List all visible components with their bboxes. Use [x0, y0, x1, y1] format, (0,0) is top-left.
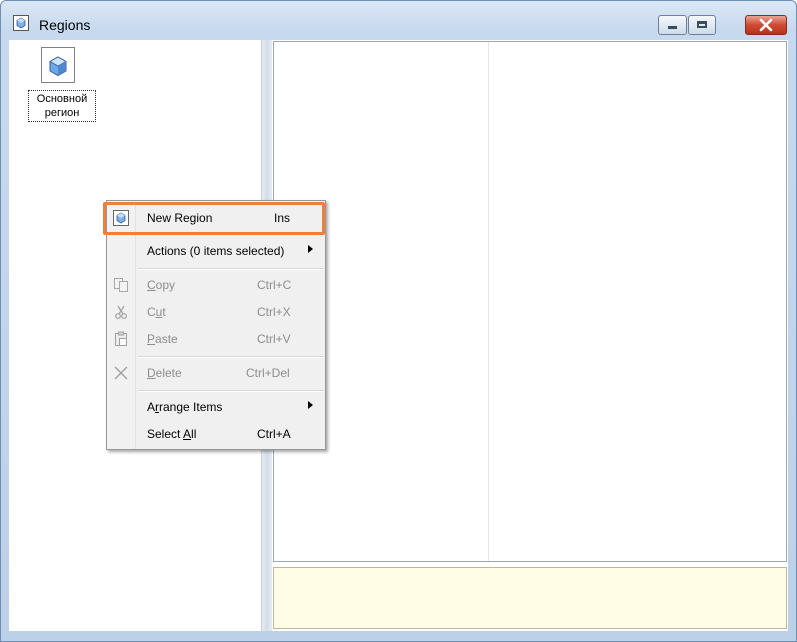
- region-item-label: Основной регион: [28, 90, 96, 122]
- context-menu: New Region Ins Actions (0 items selected…: [106, 200, 326, 450]
- maximize-button[interactable]: [688, 15, 716, 35]
- menu-item-label: Delete: [147, 366, 182, 380]
- region-cube-icon: [13, 15, 29, 31]
- delete-x-icon: [114, 366, 128, 380]
- menu-item-label: Copy: [147, 278, 176, 292]
- region-item[interactable]: Основной регион: [27, 45, 97, 127]
- menu-item-label: Select All: [147, 427, 197, 441]
- info-panel: [273, 567, 787, 629]
- menu-separator: [138, 356, 324, 358]
- menu-item-cut[interactable]: Cut Ctrl+X: [107, 299, 325, 325]
- maximize-icon: [697, 21, 707, 28]
- region-cube-icon: [49, 56, 67, 77]
- menu-separator: [138, 390, 324, 392]
- menu-item-label: Cut: [147, 305, 166, 319]
- menu-item-label: Arrange Items: [147, 400, 223, 414]
- menu-item-shortcut: Ctrl+X: [257, 305, 291, 319]
- menu-item-shortcut: Ctrl+A: [257, 427, 291, 441]
- menu-item-actions[interactable]: Actions (0 items selected): [107, 238, 325, 264]
- menu-separator: [138, 268, 324, 270]
- menu-item-shortcut: Ctrl+Del: [246, 366, 290, 380]
- column-divider: [488, 42, 489, 561]
- region-item-icon-frame: [41, 47, 75, 83]
- copy-icon: [114, 278, 128, 292]
- menu-item-shortcut: Ctrl+V: [257, 332, 291, 346]
- menu-item-delete[interactable]: Delete Ctrl+Del: [107, 360, 325, 386]
- close-button[interactable]: [745, 15, 787, 35]
- menu-item-copy[interactable]: Copy Ctrl+C: [107, 272, 325, 298]
- scissors-icon: [115, 305, 127, 319]
- minimize-icon: [668, 26, 677, 29]
- menu-item-select-all[interactable]: Select All Ctrl+A: [107, 421, 325, 447]
- menu-item-label: Actions (0 items selected): [147, 244, 285, 258]
- menu-item-paste[interactable]: Paste Ctrl+V: [107, 326, 325, 352]
- minimize-button[interactable]: [658, 15, 687, 35]
- menu-item-label: Paste: [147, 332, 178, 346]
- paste-icon: [115, 331, 127, 346]
- submenu-arrow-icon: [308, 245, 313, 253]
- new-region-highlight-annotation: [103, 202, 325, 235]
- details-pane[interactable]: [273, 41, 787, 562]
- window-title: Regions: [39, 17, 91, 33]
- title-bar[interactable]: Regions: [1, 1, 796, 37]
- submenu-arrow-icon: [308, 401, 313, 409]
- menu-item-shortcut: Ctrl+C: [257, 278, 292, 292]
- menu-item-arrange-items[interactable]: Arrange Items: [107, 394, 325, 420]
- close-icon: [759, 18, 773, 32]
